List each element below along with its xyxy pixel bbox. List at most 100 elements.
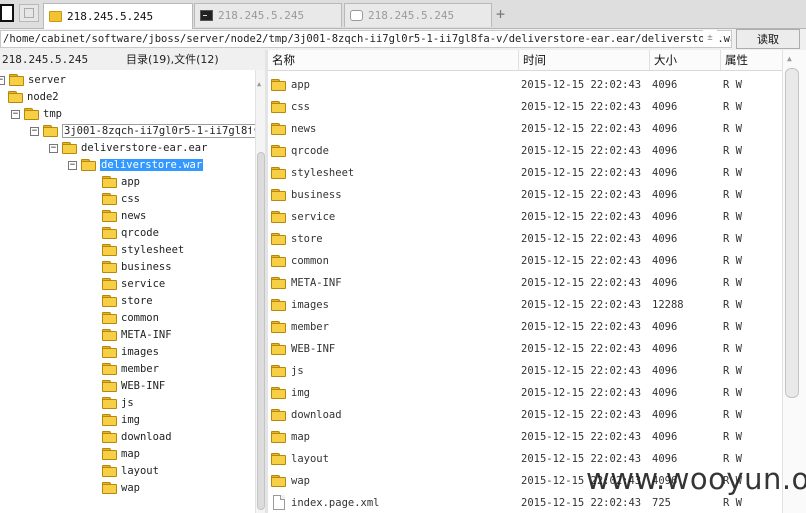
folder-icon <box>271 431 286 443</box>
tree-node-node2[interactable]: node2 <box>8 89 59 105</box>
folder-icon <box>102 329 117 341</box>
column-header-size[interactable]: 大小 <box>650 50 721 70</box>
collapse-icon[interactable]: − <box>0 75 5 85</box>
table-row[interactable]: stylesheet 2015-12-15 22:02:43 4096 R W <box>268 162 782 184</box>
tree-node-label: service <box>121 278 166 290</box>
tab-database[interactable]: 218.245.5.245 <box>344 3 492 27</box>
file-size: 12288 <box>652 299 684 311</box>
file-size: 4096 <box>652 167 678 179</box>
read-button[interactable]: 读取 <box>736 29 800 49</box>
column-header-name[interactable]: 名称 <box>268 50 519 70</box>
table-row[interactable]: member 2015-12-15 22:02:43 4096 R W <box>268 316 782 338</box>
scroll-thumb[interactable] <box>785 68 799 398</box>
list-scrollbar[interactable]: ▲ <box>782 50 806 513</box>
table-row[interactable]: news 2015-12-15 22:02:43 4096 R W <box>268 118 782 140</box>
folder-icon <box>271 79 286 91</box>
tree-node[interactable]: layout <box>102 463 159 479</box>
tree-node[interactable]: images <box>102 344 159 360</box>
file-attr: R W <box>723 431 742 443</box>
file-time: 2015-12-15 22:02:43 <box>521 343 642 355</box>
folder-icon <box>102 397 117 409</box>
tree-node[interactable]: css <box>102 191 140 207</box>
scroll-up-icon[interactable]: ▲ <box>257 80 261 88</box>
file-attr: R W <box>723 255 742 267</box>
tree-node-tmp-child[interactable]: − 3j001-8zqch-ii7gl0r5-1-ii7gl8fa-v v <box>30 123 255 139</box>
folder-icon <box>102 261 117 273</box>
tree-node[interactable]: business <box>102 259 172 275</box>
tree-node[interactable]: stylesheet <box>102 242 184 258</box>
tab-terminal[interactable]: 218.245.5.245 <box>194 3 342 27</box>
watermark: www.wooyun.org <box>586 462 806 496</box>
table-row[interactable]: img 2015-12-15 22:02:43 4096 R W <box>268 382 782 404</box>
table-row[interactable]: map 2015-12-15 22:02:43 4096 R W <box>268 426 782 448</box>
tree-node-label: common <box>121 312 159 324</box>
file-name: META-INF <box>291 277 342 289</box>
folder-icon <box>102 482 117 494</box>
tree-node-war[interactable]: − deliverstore.war <box>68 157 204 173</box>
folder-icon <box>102 465 117 477</box>
collapse-icon[interactable]: − <box>68 160 77 170</box>
table-row[interactable]: app 2015-12-15 22:02:43 4096 R W <box>268 74 782 96</box>
path-dropdown-icon[interactable]: ± <box>703 30 717 46</box>
table-row[interactable]: business 2015-12-15 22:02:43 4096 R W <box>268 184 782 206</box>
table-row[interactable]: download 2015-12-15 22:02:43 4096 R W <box>268 404 782 426</box>
table-row[interactable]: service 2015-12-15 22:02:43 4096 R W <box>268 206 782 228</box>
tree-node[interactable]: META-INF <box>102 327 172 343</box>
tree-node[interactable]: news <box>102 208 146 224</box>
dir-file-count: 目录(19),文件(12) <box>126 53 219 66</box>
table-row[interactable]: WEB-INF 2015-12-15 22:02:43 4096 R W <box>268 338 782 360</box>
table-row[interactable]: META-INF 2015-12-15 22:02:43 4096 R W <box>268 272 782 294</box>
tree-node[interactable]: qrcode <box>102 225 159 241</box>
tree-node-label: news <box>121 210 147 222</box>
file-name: member <box>291 321 329 333</box>
tree-node[interactable]: app <box>102 174 140 190</box>
tree-path-combo[interactable]: 3j001-8zqch-ii7gl0r5-1-ii7gl8fa-v v <box>62 124 255 138</box>
tree-node[interactable]: img <box>102 412 140 428</box>
file-name: wap <box>291 475 310 487</box>
tree-node[interactable]: store <box>102 293 153 309</box>
file-time: 2015-12-15 22:02:43 <box>521 79 642 91</box>
file-attr: R W <box>723 123 742 135</box>
tree-node-label: layout <box>121 465 159 477</box>
tree-node-label: tmp <box>43 108 62 120</box>
collapse-icon[interactable]: − <box>30 126 39 136</box>
tree-node[interactable]: member <box>102 361 159 377</box>
folder-icon <box>271 123 286 135</box>
folder-icon <box>43 125 58 137</box>
table-row[interactable]: images 2015-12-15 22:02:43 12288 R W <box>268 294 782 316</box>
new-tab-button[interactable]: + <box>496 5 505 23</box>
file-size: 4096 <box>652 409 678 421</box>
table-row[interactable]: store 2015-12-15 22:02:43 4096 R W <box>268 228 782 250</box>
column-header-attr[interactable]: 属性 <box>721 50 782 70</box>
tree-node[interactable]: wap <box>102 480 140 496</box>
path-input[interactable]: /home/cabinet/software/jboss/server/node… <box>0 30 732 48</box>
window-icon <box>0 4 14 22</box>
file-name: news <box>291 123 317 135</box>
folder-icon <box>102 244 117 256</box>
folder-icon <box>9 74 24 86</box>
table-row[interactable]: js 2015-12-15 22:02:43 4096 R W <box>268 360 782 382</box>
tree-node[interactable]: map <box>102 446 140 462</box>
tree-node-server[interactable]: − server <box>0 72 66 88</box>
table-row[interactable]: qrcode 2015-12-15 22:02:43 4096 R W <box>268 140 782 162</box>
tab-file-manager[interactable]: 218.245.5.245 <box>43 3 193 29</box>
tree-node-tmp[interactable]: − tmp <box>11 106 62 122</box>
column-header-time[interactable]: 时间 <box>519 50 650 70</box>
tree-node[interactable]: WEB-INF <box>102 378 165 394</box>
file-time: 2015-12-15 22:02:43 <box>521 167 642 179</box>
collapse-icon[interactable]: − <box>11 109 20 119</box>
table-row[interactable]: css 2015-12-15 22:02:43 4096 R W <box>268 96 782 118</box>
home-icon[interactable] <box>19 4 39 22</box>
tree-node[interactable]: download <box>102 429 172 445</box>
file-name: WEB-INF <box>291 343 336 355</box>
table-row[interactable]: common 2015-12-15 22:02:43 4096 R W <box>268 250 782 272</box>
scroll-thumb[interactable] <box>257 152 265 510</box>
file-icon <box>273 495 285 510</box>
scroll-up-icon[interactable]: ▲ <box>787 54 792 63</box>
tree-node[interactable]: js <box>102 395 134 411</box>
tree-node-ear[interactable]: − deliverstore-ear.ear <box>49 140 207 156</box>
tree-node-label: META-INF <box>121 329 172 341</box>
collapse-icon[interactable]: − <box>49 143 58 153</box>
tree-node[interactable]: service <box>102 276 165 292</box>
tree-node[interactable]: common <box>102 310 159 326</box>
